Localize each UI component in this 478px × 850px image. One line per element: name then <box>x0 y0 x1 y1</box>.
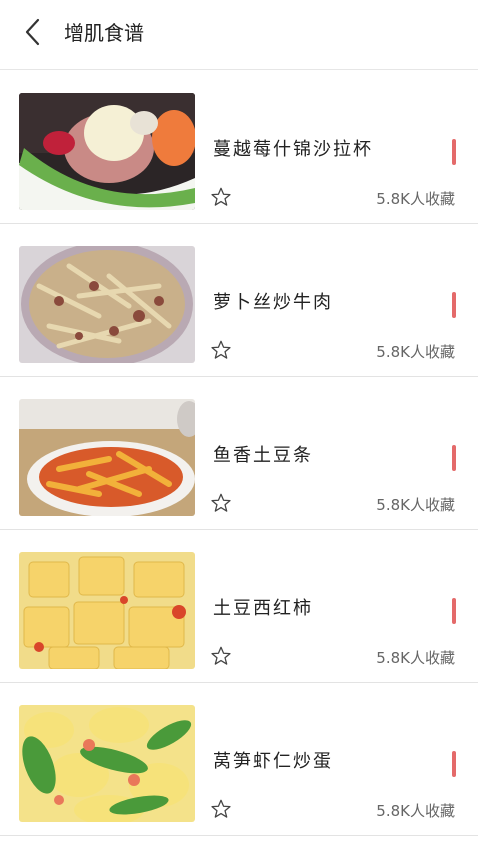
recipe-image[interactable] <box>19 93 195 210</box>
favorite-count: 5.8K人收藏 <box>376 496 455 514</box>
accent-marker <box>452 598 456 624</box>
star-icon[interactable] <box>210 645 232 667</box>
accent-marker <box>452 445 456 471</box>
favorite-count: 5.8K人收藏 <box>376 190 455 208</box>
recipe-image[interactable] <box>19 552 195 669</box>
accent-marker <box>452 751 456 777</box>
recipe-name[interactable]: 莴笋虾仁炒蛋 <box>213 750 333 774</box>
recipe-image[interactable] <box>19 705 195 822</box>
star-icon[interactable] <box>210 798 232 820</box>
recipe-name[interactable]: 土豆西红柿 <box>213 597 313 621</box>
recipe-image[interactable] <box>19 399 195 516</box>
favorite-count: 5.8K人收藏 <box>376 802 455 820</box>
recipe-item[interactable]: 萝卜丝炒牛肉 5.8K人收藏 <box>0 224 478 377</box>
recipe-name[interactable]: 萝卜丝炒牛肉 <box>213 291 333 315</box>
recipe-list: 蔓越莓什锦沙拉杯 5.8K人收藏 萝卜丝炒牛肉 5.8K人收藏 鱼香土豆条 5.… <box>0 71 478 836</box>
recipe-name[interactable]: 蔓越莓什锦沙拉杯 <box>213 138 373 162</box>
accent-marker <box>452 292 456 318</box>
star-icon[interactable] <box>210 339 232 361</box>
recipe-item[interactable]: 土豆西红柿 5.8K人收藏 <box>0 530 478 683</box>
accent-marker <box>452 139 456 165</box>
recipe-image[interactable] <box>19 246 195 363</box>
app-header: 增肌食谱 <box>0 0 478 70</box>
chevron-left-icon <box>25 18 40 46</box>
favorite-count: 5.8K人收藏 <box>376 649 455 667</box>
page-title: 增肌食谱 <box>64 21 144 45</box>
recipe-name[interactable]: 鱼香土豆条 <box>213 444 313 468</box>
back-button[interactable] <box>18 17 48 47</box>
recipe-item[interactable]: 蔓越莓什锦沙拉杯 5.8K人收藏 <box>0 71 478 224</box>
star-icon[interactable] <box>210 492 232 514</box>
recipe-item[interactable]: 鱼香土豆条 5.8K人收藏 <box>0 377 478 530</box>
recipe-item[interactable]: 莴笋虾仁炒蛋 5.8K人收藏 <box>0 683 478 836</box>
star-icon[interactable] <box>210 186 232 208</box>
favorite-count: 5.8K人收藏 <box>376 343 455 361</box>
